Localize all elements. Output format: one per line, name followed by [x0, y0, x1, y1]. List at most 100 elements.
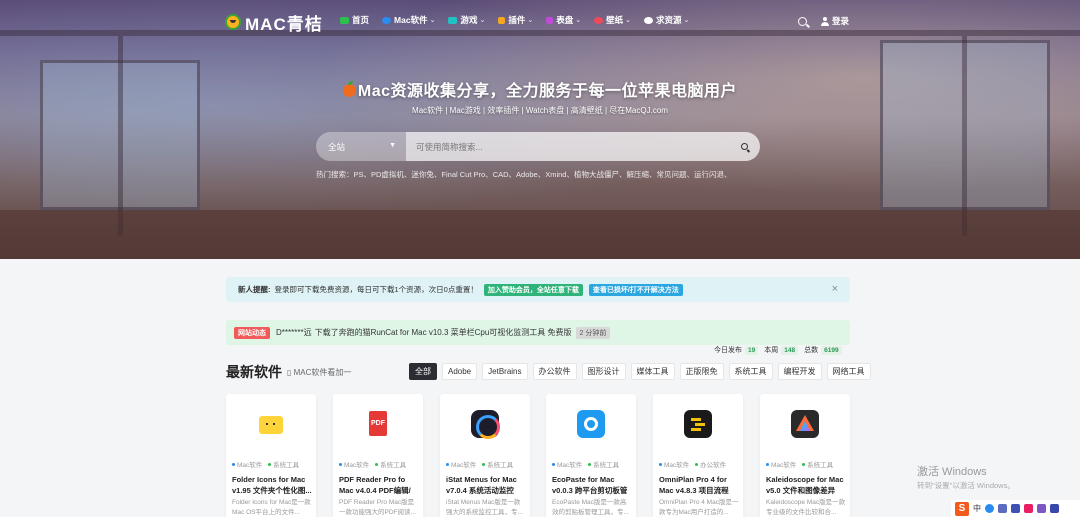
- card-cat2[interactable]: 系统工具: [487, 462, 513, 469]
- card-cat1[interactable]: Mac软件: [344, 462, 369, 469]
- toolbox-icon[interactable]: [1037, 504, 1046, 513]
- tab-adobe[interactable]: Adobe: [442, 363, 478, 380]
- card-categories: Mac软件 系统工具: [339, 459, 406, 469]
- card-categories: Mac软件 系统工具: [232, 459, 299, 469]
- gamepad-icon: [448, 16, 458, 24]
- tab-media-tools[interactable]: 媒体工具: [630, 363, 675, 380]
- card-cat1[interactable]: Mac软件: [771, 462, 796, 469]
- keyboard-icon[interactable]: [1011, 504, 1020, 513]
- tab-system-tools[interactable]: 系统工具: [728, 363, 773, 380]
- search-input[interactable]: [406, 132, 728, 161]
- main-menu: 首页 Mac软件 ⌄ 游戏 ⌄ 插件 ⌄ 表盘 ⌄ 壁纸 ⌄ 求资源 ⌄: [340, 14, 702, 26]
- activity-text[interactable]: 下载了奔跑的猫RunCat for Mac v10.3 菜单栏Cpu可视化监测工…: [315, 327, 572, 338]
- close-icon[interactable]: ×: [832, 283, 838, 295]
- hot-searches[interactable]: 热门搜索：PS、PD虚拟机、迷你兔、Final Cut Pro、CAD、Adob…: [316, 169, 731, 180]
- search-icon[interactable]: [798, 16, 807, 26]
- search-icon: [740, 143, 748, 150]
- search-button[interactable]: [728, 132, 760, 161]
- menu-item-plugins[interactable]: 插件 ⌄: [498, 14, 533, 26]
- folder-icon: [257, 410, 285, 438]
- activity-user: D*******远: [276, 328, 312, 337]
- orange-icon: [342, 81, 356, 97]
- tab-all[interactable]: 全部: [409, 363, 437, 380]
- site-activity: 网站动态 D*******远 下载了奔跑的猫RunCat for Mac v10…: [226, 320, 850, 345]
- windows-activation-subtitle: 转到"设置"以激活 Windows。: [917, 481, 1015, 490]
- software-card[interactable]: Mac软件 办公软件 OmniPlan Pro 4 for Mac v4.8.3…: [653, 394, 743, 517]
- fix-damaged-button[interactable]: 查看已损坏/打不开解决方法: [588, 283, 683, 296]
- card-cat2[interactable]: 系统工具: [807, 462, 833, 469]
- tab-network-tools[interactable]: 网络工具: [826, 363, 871, 380]
- menu-item-games[interactable]: 游戏 ⌄: [448, 14, 485, 26]
- chevron-down-icon: ⌄: [683, 17, 690, 24]
- card-cat1[interactable]: Mac软件: [557, 462, 582, 469]
- tab-graphic-design[interactable]: 图形设计: [581, 363, 626, 380]
- sogou-ime-icon[interactable]: S: [955, 501, 969, 516]
- menu-item-label: 游戏: [460, 15, 478, 25]
- card-cat2[interactable]: 系统工具: [273, 462, 299, 469]
- join-sponsor-button[interactable]: 加入赞助会员，全站任意下载: [483, 283, 583, 296]
- section-title: 最新软件: [226, 364, 282, 380]
- punctuation-icon[interactable]: [985, 504, 994, 513]
- software-card[interactable]: Mac软件 系统工具 PDF Reader Pro fo Mac v4.0.4 …: [333, 394, 423, 517]
- tab-office[interactable]: 办公软件: [532, 363, 577, 380]
- home-icon: [340, 16, 349, 24]
- software-card[interactable]: Mac软件 系统工具 iStat Menus for Mac v7.0.4 系统…: [440, 394, 530, 517]
- chevron-down-icon: ⌄: [575, 17, 582, 24]
- software-card[interactable]: Mac软件 系统工具 Folder Icons for Mac v1.95 文件…: [226, 394, 316, 517]
- login-link[interactable]: 登录: [832, 15, 849, 27]
- chevron-down-icon: ⌄: [479, 17, 486, 24]
- menu-item-watchfaces[interactable]: 表盘 ⌄: [546, 14, 581, 26]
- section-subtitle: ▯ MAC软件看加一: [287, 368, 352, 377]
- card-title[interactable]: iStat Menus for Mac v7.0.4 系统活动监控菜...: [446, 474, 526, 496]
- search-scope-select[interactable]: 全站 ▼: [316, 132, 406, 161]
- menu-item-wallpapers[interactable]: 壁纸 ⌄: [594, 14, 631, 26]
- card-cat2[interactable]: 系统工具: [593, 462, 619, 469]
- chat-icon: [644, 16, 653, 24]
- card-cat2[interactable]: 办公软件: [700, 462, 726, 469]
- card-desc: iStat Menus Mac版是一款强大的系统监控工具，专...: [446, 499, 523, 516]
- chevron-down-icon: ▼: [389, 142, 396, 149]
- menu-grid-icon[interactable]: [1050, 504, 1059, 513]
- microphone-icon[interactable]: [998, 504, 1007, 513]
- software-card[interactable]: Mac软件 系统工具 Kaleidoscope for Mac v5.0 文件和…: [760, 394, 850, 517]
- stat-total-label: 总数: [804, 347, 819, 354]
- card-cat1[interactable]: Mac软件: [451, 462, 476, 469]
- card-cat1[interactable]: Mac软件: [664, 462, 689, 469]
- apple-icon: [382, 16, 392, 24]
- plugin-icon: [498, 16, 506, 24]
- hero-title-text: Mac资源收集分享，全力服务于每一位苹果电脑用户: [357, 83, 738, 100]
- watch-icon: [546, 16, 554, 24]
- stat-today-label: 今日发布: [714, 347, 742, 354]
- newbie-notice: 新人提醒: 登录即可下载免费资源，每日可下载1个资源，次日0点重置！ 加入赞助会…: [226, 277, 850, 302]
- card-title[interactable]: OmniPlan Pro 4 for Mac v4.8.3 项目流程管...: [659, 474, 739, 496]
- card-title[interactable]: EcoPaste for Mac v0.0.3 跨平台剪切板管理工具: [552, 474, 632, 496]
- tab-jetbrains[interactable]: JetBrains: [482, 363, 528, 380]
- menu-item-label: 求资源: [656, 15, 682, 25]
- software-card[interactable]: Mac软件 系统工具 EcoPaste for Mac v0.0.3 跨平台剪切…: [546, 394, 636, 517]
- card-desc: Folder Icons for Mac是一款Mac OS平台上的文件...: [232, 499, 311, 516]
- stat-week-label: 本周: [764, 347, 779, 354]
- card-categories: Mac软件 办公软件: [659, 459, 726, 469]
- join-sponsor-label: 加入赞助会员，全站任意下载: [487, 286, 579, 294]
- top-nav: MAC青桔 首页 Mac软件 ⌄ 游戏 ⌄ 插件 ⌄ 表盘 ⌄ 壁纸 ⌄ 求资源…: [0, 0, 1080, 44]
- windows-activation-title: 激活 Windows: [917, 466, 987, 478]
- ime-lang-toggle[interactable]: 中: [973, 503, 981, 514]
- menu-item-mac-software[interactable]: Mac软件 ⌄: [382, 14, 435, 26]
- hero-subtitle: Mac软件 | Mac游戏 | 效率插件 | Watch表盘 | 高清壁纸 | …: [412, 106, 668, 115]
- skin-icon[interactable]: [1024, 504, 1033, 513]
- tab-free-licensed[interactable]: 正版限免: [679, 363, 724, 380]
- menu-item-request[interactable]: 求资源 ⌄: [644, 14, 689, 26]
- card-title[interactable]: Kaleidoscope for Mac v5.0 文件和图像差异对...: [766, 474, 846, 496]
- site-logo[interactable]: MAC青桔: [225, 12, 323, 34]
- stat-week-value: 148: [781, 345, 799, 355]
- card-title[interactable]: PDF Reader Pro fo Mac v4.0.4 PDF编辑/批...: [339, 474, 419, 496]
- hero-title: Mac资源收集分享，全力服务于每一位苹果电脑用户: [0, 77, 1080, 101]
- card-title[interactable]: Folder Icons for Mac v1.95 文件夹个性化图...: [232, 474, 312, 496]
- menu-item-home[interactable]: 首页: [340, 14, 369, 26]
- stat-total-value: 6199: [821, 345, 842, 355]
- card-cat1[interactable]: Mac软件: [237, 462, 262, 469]
- tab-dev-tools[interactable]: 编程开发: [777, 363, 822, 380]
- user-icon: [821, 16, 829, 26]
- card-cat2[interactable]: 系统工具: [380, 462, 406, 469]
- menu-item-label: Mac软件: [394, 15, 428, 25]
